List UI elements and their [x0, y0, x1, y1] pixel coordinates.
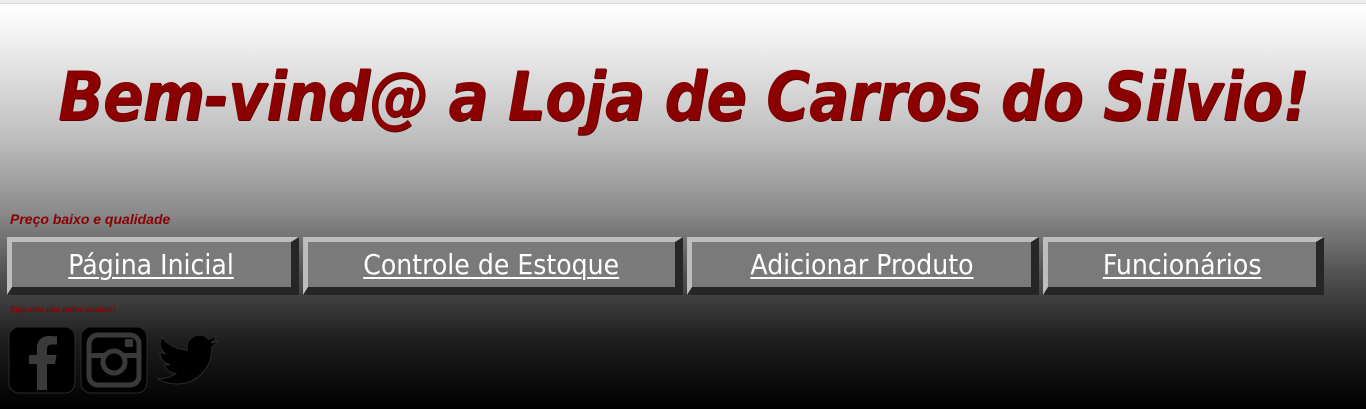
nav-stock-control-button[interactable]: Controle de Estoque — [303, 237, 683, 295]
nav-employees-label: Funcionários — [1102, 248, 1262, 281]
social-caption: Siga-nos nas redes sociais! — [10, 305, 116, 314]
nav-add-product-button[interactable]: Adicionar Produto — [687, 237, 1039, 295]
instagram-icon[interactable] — [80, 326, 148, 399]
nav-add-product-label: Adicionar Produto — [749, 248, 974, 281]
page-title: Bem-vind@ a Loja de Carros do Silvio! — [58, 58, 1309, 137]
nav-home-label: Página Inicial — [68, 248, 235, 281]
nav-stock-control-label: Controle de Estoque — [363, 248, 620, 281]
top-border — [0, 0, 1366, 4]
tagline: Preço baixo e qualidade — [10, 211, 171, 227]
nav-home-button[interactable]: Página Inicial — [7, 237, 299, 295]
twitter-icon[interactable] — [152, 326, 222, 399]
facebook-icon[interactable] — [8, 326, 76, 399]
nav-employees-button[interactable]: Funcionários — [1043, 237, 1324, 295]
